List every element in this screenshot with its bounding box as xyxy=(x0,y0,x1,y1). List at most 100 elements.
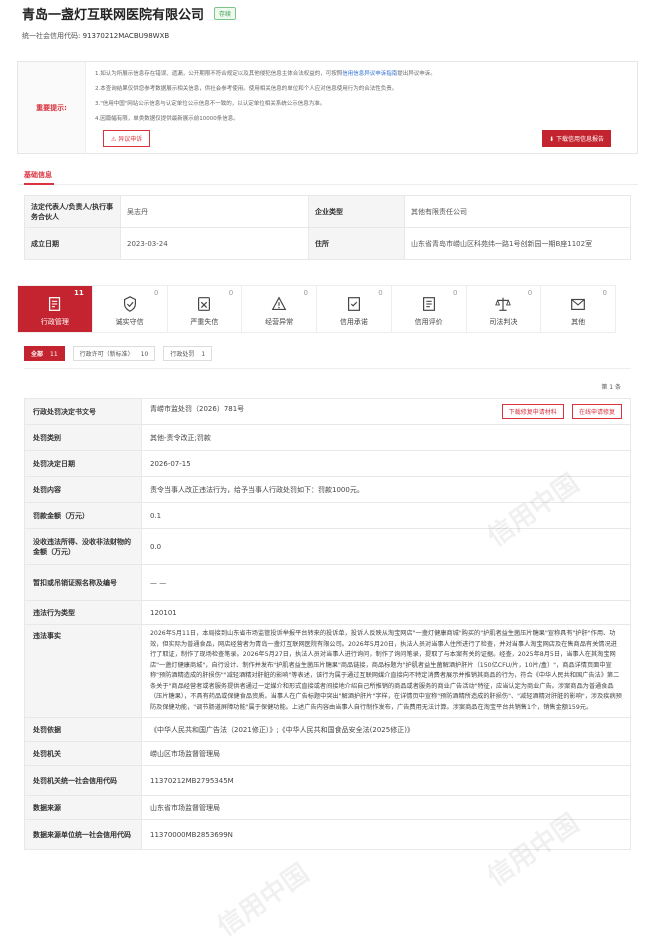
row-value: 0.0 xyxy=(141,528,631,565)
notice-body: 1.如认为所展示信息存在错误、遗漏，公开期限不符合规定以及其他侵犯信息主体合法权… xyxy=(86,62,637,153)
company-type-value: 其他有限责任公司 xyxy=(404,195,631,228)
table-row: 处罚类别 其他-责令改正;罚款 xyxy=(24,424,631,451)
address-label: 住所 xyxy=(308,227,405,260)
honesty-icon xyxy=(123,296,136,312)
row-value: 责令当事人改正违法行为，给予当事人行政处罚如下：罚款1000元。 xyxy=(141,476,631,503)
row-value: 0.1 xyxy=(141,502,631,529)
tab-commitment[interactable]: 0 信用承诺 xyxy=(317,286,392,332)
row-value: 崂山区市场监督管理局 xyxy=(141,741,631,766)
tab-dishonesty[interactable]: 0 严重失信 xyxy=(168,286,243,332)
table-row: 处罚依据 《中华人民共和国广告法（2021修正）》;《中华人民共和国食品安全法(2… xyxy=(24,717,631,742)
status-badge: 存续 xyxy=(214,7,237,20)
repair-buttons: 下载修复申请材料 在线申请修复 xyxy=(496,404,622,419)
tab-label: 行政管理 xyxy=(40,318,69,326)
download-report-button[interactable]: ⬇ 下载信用信息报告 xyxy=(542,130,611,147)
row-value: 120101 xyxy=(141,600,631,625)
row-value: 2026-07-15 xyxy=(141,450,631,477)
online-repair-button[interactable]: 在线申请修复 xyxy=(571,404,622,419)
credit-code-value: 91370212MACBU98WXB xyxy=(82,32,170,40)
tab-judicial[interactable]: 0 司法判决 xyxy=(467,286,542,332)
filter-penalty[interactable]: 行政处罚 1 xyxy=(163,346,213,361)
watermark: 信用中国 xyxy=(212,858,315,943)
objection-button[interactable]: ⚠ 异议申诉 xyxy=(103,130,151,147)
legal-rep-label: 法定代表人/负责人/执行事务合伙人 xyxy=(24,195,121,228)
notice-line-1: 1.如认为所展示信息存在错误、遗漏，公开期限不符合规定以及其他侵犯信息主体合法权… xyxy=(95,71,436,77)
company-header: 青岛一盏灯互联网医院有限公司 存续 xyxy=(22,4,237,23)
tab-count: 0 xyxy=(527,289,533,297)
evaluation-icon xyxy=(422,297,435,311)
row-label: 处罚内容 xyxy=(24,476,142,503)
judicial-icon xyxy=(495,297,512,311)
table-row: 处罚机关 崂山区市场监督管理局 xyxy=(24,741,631,766)
table-row: 数据来源 山东省市场监督管理局 xyxy=(24,795,631,820)
tab-label: 诚实守信 xyxy=(115,318,144,326)
filter-count: 11 xyxy=(50,351,58,358)
tab-count: 0 xyxy=(602,289,607,297)
founded-value: 2023-03-24 xyxy=(120,227,309,260)
row-label: 处罚机关 xyxy=(24,741,142,766)
table-row: 处罚决定日期 2026-07-15 xyxy=(24,450,631,477)
tab-abnormal[interactable]: 0 经营异常 xyxy=(242,286,317,332)
row-value: 青崂市监处罚（2026）781号 下载修复申请材料 在线申请修复 xyxy=(141,398,631,425)
row-value: 《中华人民共和国广告法（2021修正）》;《中华人民共和国食品安全法(2025修… xyxy=(141,717,631,742)
appeal-guide-link[interactable]: 信用信息异议申诉指南 xyxy=(342,71,397,77)
tab-count: 0 xyxy=(378,289,383,297)
tab-evaluation[interactable]: 0 信用评价 xyxy=(392,286,467,332)
row-label: 数据来源 xyxy=(24,795,142,820)
penalty-detail-table: 行政处罚决定书文号 青崂市监处罚（2026）781号 下载修复申请材料 在线申请… xyxy=(24,398,631,850)
commitment-icon xyxy=(347,297,360,311)
filter-count: 10 xyxy=(140,351,149,358)
notice-line-4: 4.因篇幅有限，单类数据仅提供最新展示前10000条信息。 xyxy=(95,116,239,122)
other-icon xyxy=(571,298,586,310)
dishonesty-icon xyxy=(198,297,211,311)
founded-label: 成立日期 xyxy=(24,227,121,260)
basic-info-table: 法定代表人/负责人/执行事务合伙人 吴志丹 企业类型 其他有限责任公司 成立日期… xyxy=(24,195,631,260)
legal-rep-value: 吴志丹 xyxy=(120,195,309,228)
row-label: 处罚类别 xyxy=(24,424,142,451)
record-index: 第 1 条 xyxy=(601,384,621,391)
tab-label: 信用承诺 xyxy=(339,318,368,326)
row-label: 违法行为类型 xyxy=(24,600,142,625)
table-row: 暂扣或吊销证照名称及编号 — — xyxy=(24,564,631,601)
basic-info-title: 基础信息 xyxy=(24,171,52,179)
row-value: 其他-责令改正;罚款 xyxy=(141,424,631,451)
notice-label: 重要提示: xyxy=(18,62,86,153)
tab-honesty[interactable]: 0 诚实守信 xyxy=(93,286,168,332)
table-row: 没收违法所得、没收非法财物的金额（万元） 0.0 xyxy=(24,528,631,565)
basic-info-header: 基础信息 xyxy=(17,167,638,185)
table-row: 罚款金额（万元） 0.1 xyxy=(24,502,631,529)
row-value: 11370000MB2853699N xyxy=(141,819,631,850)
tab-admin[interactable]: 11 行政管理 xyxy=(18,286,93,332)
company-name: 青岛一盏灯互联网医院有限公司 xyxy=(22,8,205,23)
table-row: 成立日期 2023-03-24 住所 山东省青岛市崂山区科苑纬一路1号创新园一期… xyxy=(24,227,631,260)
tab-label: 信用评价 xyxy=(414,318,443,326)
row-label: 罚款金额（万元） xyxy=(24,502,142,529)
tab-count: 0 xyxy=(453,289,458,297)
row-label: 没收违法所得、没收非法财物的金额（万元） xyxy=(24,528,142,565)
tab-count: 0 xyxy=(303,289,308,297)
download-icon: ⬇ xyxy=(549,136,556,143)
tab-other[interactable]: 0 其他 xyxy=(541,286,615,332)
row-label: 处罚机关统一社会信用代码 xyxy=(24,765,142,796)
notice-line-2: 2.本查询结果仅供您参考数据展示相关信息，供社会参考使用。使用相关信息的单位和个… xyxy=(95,86,398,92)
table-row: 违法事实 2026年5月11日，本局接到山东省市场监管投诉举报平台转来的投诉单，投… xyxy=(24,624,631,718)
table-row: 行政处罚决定书文号 青崂市监处罚（2026）781号 下载修复申请材料 在线申请… xyxy=(24,398,631,425)
filter-chips: 全部 11 行政许可（新标准） 10 行政处罚 1 xyxy=(24,346,213,361)
table-row: 法定代表人/负责人/执行事务合伙人 吴志丹 企业类型 其他有限责任公司 xyxy=(24,195,631,228)
divider xyxy=(24,368,631,369)
important-notice: 重要提示: 1.如认为所展示信息存在错误、遗漏，公开期限不符合规定以及其他侵犯信… xyxy=(17,61,638,154)
filter-license[interactable]: 行政许可（新标准） 10 xyxy=(72,346,156,361)
abnormal-icon xyxy=(271,296,287,310)
download-repair-button[interactable]: 下载修复申请材料 xyxy=(501,404,564,419)
tab-count: 0 xyxy=(228,289,234,297)
table-row: 违法行为类型 120101 xyxy=(24,600,631,625)
filter-all[interactable]: 全部 11 xyxy=(24,346,65,361)
credit-code-row: 统一社会信用代码: 91370212MACBU98WXB xyxy=(22,31,169,41)
table-row: 处罚机关统一社会信用代码 11370212MB2795345M xyxy=(24,765,631,796)
tab-count: 0 xyxy=(154,289,159,297)
row-label: 处罚决定日期 xyxy=(24,450,142,477)
admin-icon xyxy=(48,297,61,311)
address-value: 山东省青岛市崂山区科苑纬一路1号创新园一期B座1102室 xyxy=(404,227,631,260)
tab-count: 11 xyxy=(74,289,84,297)
table-row: 数据来源单位统一社会信用代码 11370000MB2853699N xyxy=(24,819,631,850)
